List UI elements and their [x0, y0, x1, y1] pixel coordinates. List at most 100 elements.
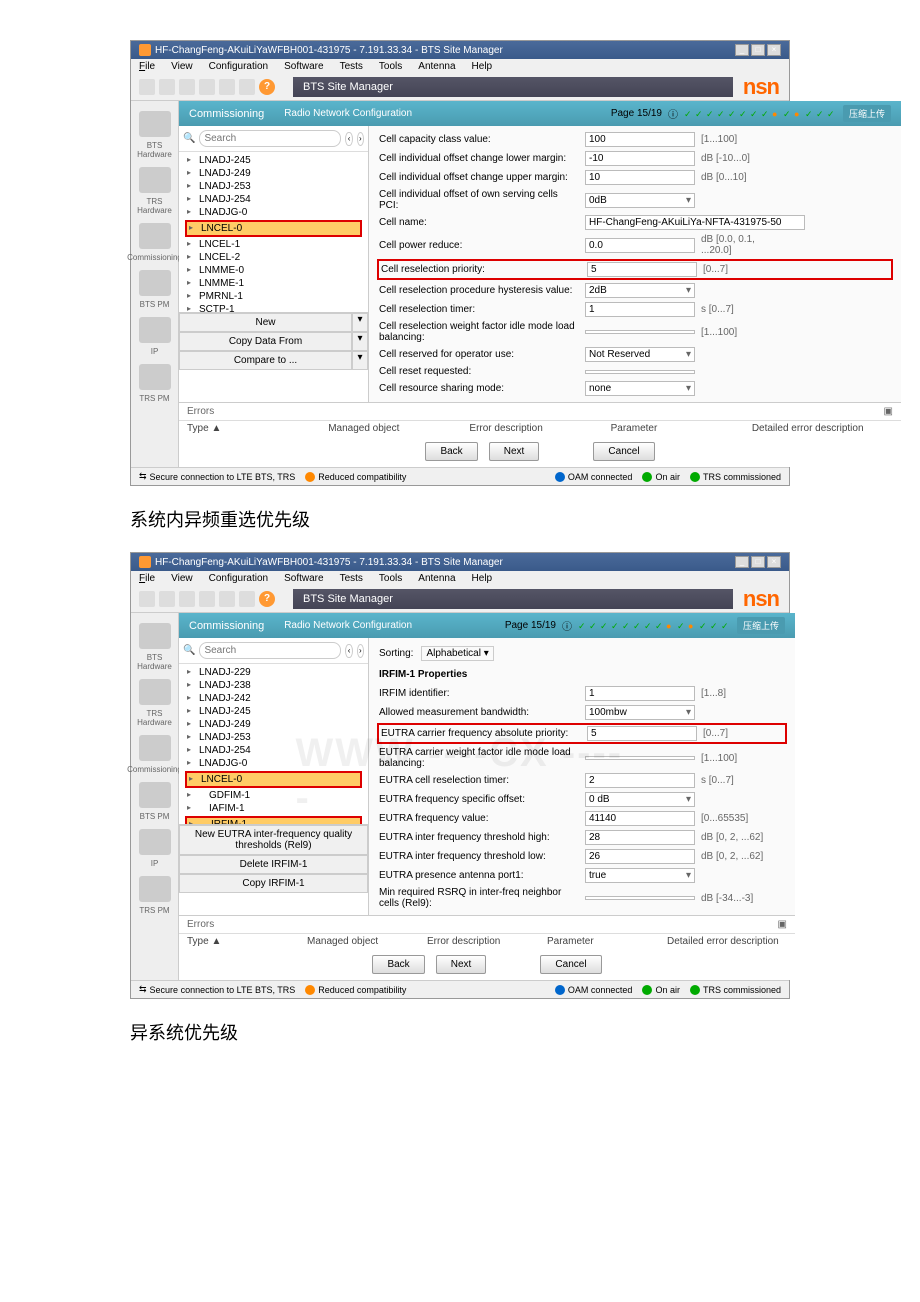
info-icon[interactable]: ⓘ: [668, 106, 678, 121]
minimize-button[interactable]: _: [735, 44, 749, 56]
col-detail[interactable]: Detailed error description: [752, 423, 893, 434]
rail-icon[interactable]: [139, 167, 171, 193]
copy-from-button[interactable]: Copy Data From: [179, 332, 352, 351]
sorting-select[interactable]: Alphabetical ▾: [421, 646, 493, 661]
rail-icon[interactable]: [139, 829, 171, 855]
tree-item[interactable]: IAFIM-1: [185, 802, 362, 815]
menu-tools[interactable]: Tools: [379, 573, 402, 584]
menu-file[interactable]: File: [139, 573, 155, 584]
next-button[interactable]: Next: [436, 955, 487, 974]
info-icon[interactable]: ⓘ: [562, 618, 572, 633]
tree-item[interactable]: LNADJ-245: [185, 705, 362, 718]
tree-item[interactable]: LNADJ-249: [185, 718, 362, 731]
form-input[interactable]: -10: [585, 151, 695, 166]
menu-help[interactable]: Help: [472, 61, 493, 72]
tree-item[interactable]: LNADJ-253: [185, 180, 362, 193]
menu-antenna[interactable]: Antenna: [418, 61, 455, 72]
upload-button[interactable]: 压缩上传: [737, 617, 785, 634]
search-input[interactable]: [199, 130, 341, 147]
tree-item[interactable]: LNCEL-2: [185, 251, 362, 264]
back-button[interactable]: Back: [372, 955, 424, 974]
form-input[interactable]: [585, 330, 695, 334]
copy-irfim-button[interactable]: Copy IRFIM-1: [179, 874, 368, 893]
form-input[interactable]: 26: [585, 849, 695, 864]
search-input[interactable]: [199, 642, 341, 659]
form-input[interactable]: 10: [585, 170, 695, 185]
rail-icon[interactable]: [139, 735, 171, 761]
upload-button[interactable]: 压缩上传: [843, 105, 891, 122]
tree-item[interactable]: LNCEL-1: [185, 238, 362, 251]
tree-item[interactable]: IRFIM-1: [185, 816, 362, 824]
tree-item[interactable]: LNADJ-249: [185, 167, 362, 180]
col-mo[interactable]: Managed object: [307, 936, 427, 947]
tool-icon[interactable]: [239, 591, 255, 607]
tree-item[interactable]: LNCEL-0: [185, 771, 362, 788]
tool-icon[interactable]: [159, 79, 175, 95]
form-input[interactable]: 1: [585, 686, 695, 701]
col-type[interactable]: Type ▲: [187, 936, 307, 947]
menu-configuration[interactable]: Configuration: [209, 573, 268, 584]
menu-tests[interactable]: Tests: [340, 573, 363, 584]
rail-icon[interactable]: [139, 679, 171, 705]
menu-file[interactable]: File: [139, 61, 155, 72]
tree-item[interactable]: LNADJ-245: [185, 154, 362, 167]
tool-icon[interactable]: [219, 591, 235, 607]
col-mo[interactable]: Managed object: [328, 423, 469, 434]
tree-item[interactable]: LNADJ-254: [185, 744, 362, 757]
tool-icon[interactable]: [139, 591, 155, 607]
form-input[interactable]: HF-ChangFeng-AKuiLiYa-NFTA-431975-50: [585, 215, 805, 230]
form-input[interactable]: 0dB: [585, 193, 695, 208]
next-button[interactable]: ›: [357, 132, 364, 146]
rail-icon[interactable]: [139, 782, 171, 808]
next-button[interactable]: ›: [357, 644, 364, 658]
rail-icon[interactable]: [139, 623, 171, 649]
form-input[interactable]: 0 dB: [585, 792, 695, 807]
tool-icon[interactable]: [219, 79, 235, 95]
tool-icon[interactable]: [199, 591, 215, 607]
cancel-button[interactable]: Cancel: [540, 955, 601, 974]
rail-icon[interactable]: [139, 223, 171, 249]
form-input[interactable]: 41140: [585, 811, 695, 826]
col-param[interactable]: Parameter: [611, 423, 752, 434]
prev-button[interactable]: ‹: [345, 132, 352, 146]
form-input[interactable]: 1: [585, 302, 695, 317]
form-input[interactable]: 100: [585, 132, 695, 147]
form-input[interactable]: true: [585, 868, 695, 883]
form-input[interactable]: [585, 370, 695, 374]
expand-icon[interactable]: ▣: [778, 919, 787, 930]
prev-button[interactable]: ‹: [345, 644, 352, 658]
dropdown-icon[interactable]: ▾: [352, 351, 368, 370]
tab-commissioning[interactable]: Commissioning: [189, 108, 264, 120]
form-input[interactable]: 5: [587, 726, 697, 741]
form-input[interactable]: 2: [585, 773, 695, 788]
menu-software[interactable]: Software: [284, 61, 323, 72]
form-input[interactable]: Not Reserved: [585, 347, 695, 362]
form-input[interactable]: 0.0: [585, 238, 695, 253]
minimize-button[interactable]: _: [735, 556, 749, 568]
help-icon[interactable]: ?: [259, 591, 275, 607]
rail-icon[interactable]: [139, 364, 171, 390]
col-type[interactable]: Type ▲: [187, 423, 328, 434]
tool-icon[interactable]: [139, 79, 155, 95]
col-param[interactable]: Parameter: [547, 936, 667, 947]
tree-item[interactable]: LNADJ-238: [185, 679, 362, 692]
col-desc[interactable]: Error description: [469, 423, 610, 434]
cancel-button[interactable]: Cancel: [593, 442, 654, 461]
close-button[interactable]: ×: [767, 44, 781, 56]
new-eutra-button[interactable]: New EUTRA inter-frequency quality thresh…: [179, 825, 368, 855]
menu-view[interactable]: View: [171, 61, 193, 72]
tree-item[interactable]: GDFIM-1: [185, 789, 362, 802]
rail-icon[interactable]: [139, 876, 171, 902]
tool-icon[interactable]: [199, 79, 215, 95]
delete-irfim-button[interactable]: Delete IRFIM-1: [179, 855, 368, 874]
menu-software[interactable]: Software: [284, 573, 323, 584]
help-icon[interactable]: ?: [259, 79, 275, 95]
back-button[interactable]: Back: [425, 442, 477, 461]
tool-icon[interactable]: [159, 591, 175, 607]
tree-item[interactable]: LNMME-1: [185, 277, 362, 290]
expand-icon[interactable]: ▣: [884, 406, 893, 417]
form-input[interactable]: none: [585, 381, 695, 396]
tree-item[interactable]: LNADJ-229: [185, 666, 362, 679]
menu-configuration[interactable]: Configuration: [209, 61, 268, 72]
tool-icon[interactable]: [239, 79, 255, 95]
